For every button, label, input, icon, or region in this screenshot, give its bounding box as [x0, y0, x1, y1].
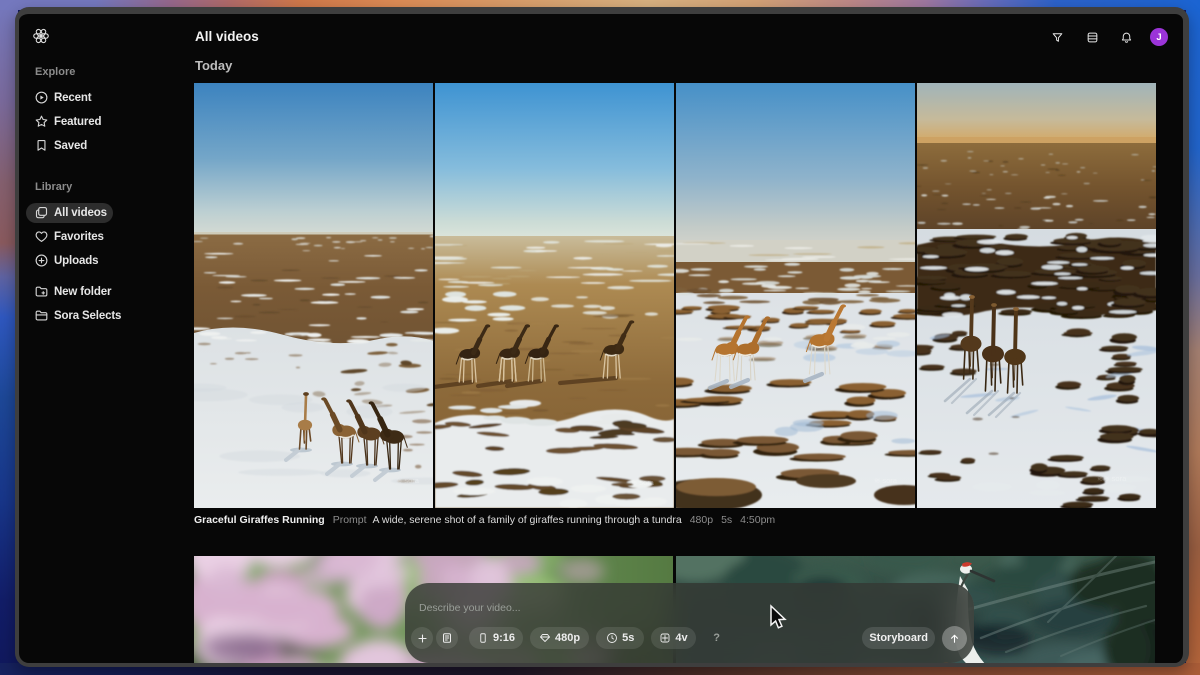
- svg-text:≋ sora: ≋ sora: [396, 476, 420, 485]
- svg-text:≋≋ sora: ≋≋ sora: [1097, 474, 1127, 483]
- svg-text:≋ sora: ≋ sora: [631, 478, 655, 487]
- svg-text:≋ sora: ≋ sora: [874, 476, 898, 485]
